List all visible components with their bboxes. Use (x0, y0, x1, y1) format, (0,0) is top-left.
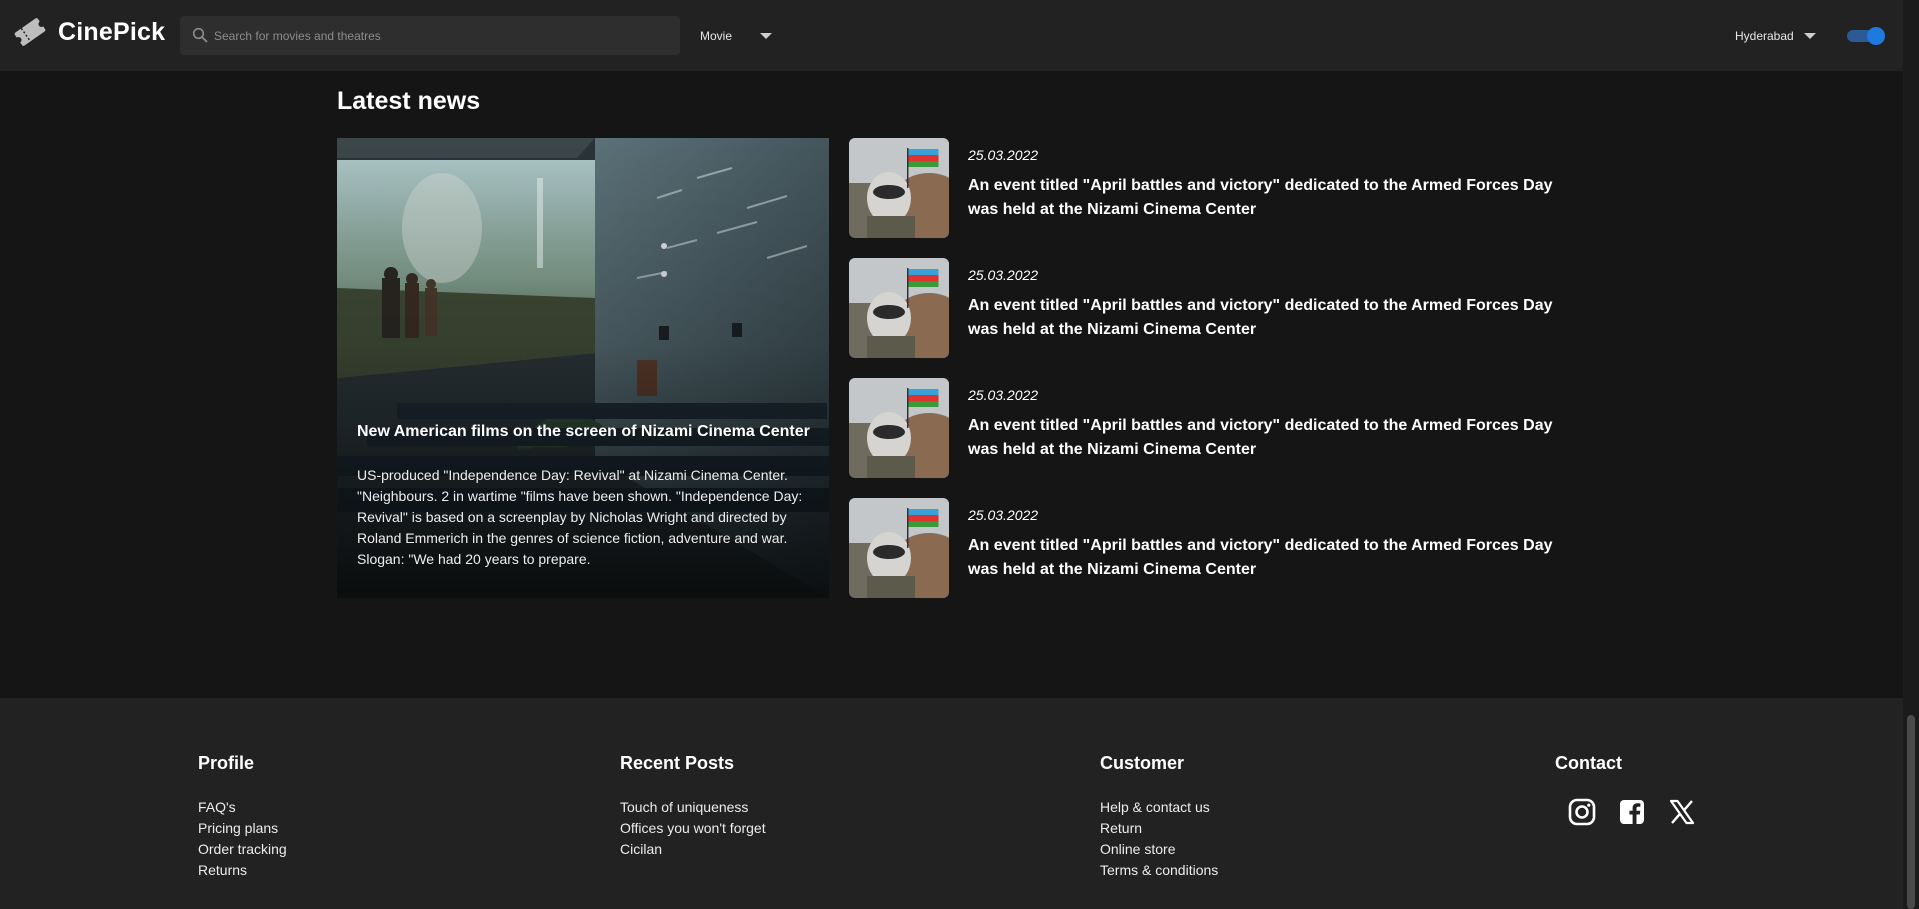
logo[interactable]: CinePick (10, 12, 165, 52)
search-bar[interactable] (180, 16, 680, 55)
footer-column-recent-posts: Recent Posts Touch of uniqueness Offices… (620, 753, 766, 860)
footer-heading: Contact (1555, 753, 1622, 773)
footer-heading: Profile (198, 753, 255, 773)
soldier-with-flag-image (849, 498, 949, 598)
toggle-knob (1867, 27, 1885, 45)
footer-link-return[interactable]: Return (1100, 818, 1218, 839)
page-scrollbar[interactable] (1903, 0, 1919, 909)
news-item[interactable]: 25.03.2022 An event titled "April battle… (849, 498, 1569, 598)
city-dropdown[interactable]: Hyderabad (1735, 24, 1816, 48)
footer-link-cicilan[interactable]: Cicilan (620, 839, 766, 860)
search-input[interactable] (214, 16, 664, 55)
footer-column-profile: Profile FAQ's Pricing plans Order tracki… (198, 753, 287, 881)
category-dropdown[interactable]: Movie (700, 24, 773, 48)
top-navbar: CinePick Movie Hyderabad (0, 0, 1903, 71)
featured-news-card[interactable]: New American films on the screen of Niza… (337, 138, 829, 598)
news-date: 25.03.2022 (968, 147, 1039, 163)
news-thumbnail (849, 138, 949, 238)
ticket-logo-icon (14, 18, 46, 46)
soldier-with-flag-image (849, 138, 949, 238)
news-title: An event titled "April battles and victo… (968, 417, 1553, 458)
soldier-with-flag-image (849, 258, 949, 358)
news-title: An event titled "April battles and victo… (968, 537, 1553, 578)
news-thumbnail (849, 498, 949, 598)
footer-link-faqs[interactable]: FAQ's (198, 797, 287, 818)
category-dropdown-label: Movie (700, 29, 733, 43)
news-date: 25.03.2022 (968, 267, 1039, 283)
chevron-down-icon (760, 33, 773, 39)
featured-news-body: US-produced "Independence Day: Revival" … (357, 467, 803, 567)
theme-toggle[interactable] (1847, 27, 1885, 45)
main-content: Latest news New American films on the sc… (0, 71, 1903, 698)
facebook-icon[interactable] (1617, 797, 1647, 827)
footer-link-help-contact[interactable]: Help & contact us (1100, 797, 1218, 818)
scrollbar-thumb[interactable] (1907, 715, 1915, 909)
footer-link-offices[interactable]: Offices you won't forget (620, 818, 766, 839)
footer-link-touch-of-uniqueness[interactable]: Touch of uniqueness (620, 797, 766, 818)
footer-link-online-store[interactable]: Online store (1100, 839, 1218, 860)
news-thumbnail (849, 378, 949, 478)
page: CinePick Movie Hyderabad Latest news (0, 0, 1919, 909)
city-dropdown-label: Hyderabad (1735, 29, 1794, 43)
footer-heading: Recent Posts (620, 753, 735, 773)
social-links (1567, 797, 1697, 827)
footer-column-contact: Contact (1555, 753, 1697, 827)
instagram-icon[interactable] (1567, 797, 1597, 827)
featured-news-title: New American films on the screen of Niza… (357, 423, 810, 440)
news-thumbnail (849, 258, 949, 358)
footer-link-order-tracking[interactable]: Order tracking (198, 839, 287, 860)
news-item[interactable]: 25.03.2022 An event titled "April battle… (849, 378, 1569, 478)
footer-link-terms[interactable]: Terms & conditions (1100, 860, 1218, 881)
news-title: An event titled "April battles and victo… (968, 297, 1553, 338)
news-item[interactable]: 25.03.2022 An event titled "April battle… (849, 258, 1569, 358)
x-icon[interactable] (1667, 797, 1697, 827)
footer: Profile FAQ's Pricing plans Order tracki… (0, 698, 1903, 909)
news-title: An event titled "April battles and victo… (968, 177, 1553, 218)
soldier-with-flag-image (849, 378, 949, 478)
news-date: 25.03.2022 (968, 507, 1039, 523)
footer-heading: Customer (1100, 753, 1185, 773)
section-title: Latest news (337, 87, 481, 115)
chevron-down-icon (1803, 33, 1816, 39)
logo-text: CinePick (58, 17, 166, 46)
search-icon (192, 27, 208, 43)
news-date: 25.03.2022 (968, 387, 1039, 403)
footer-link-pricing-plans[interactable]: Pricing plans (198, 818, 287, 839)
footer-column-customer: Customer Help & contact us Return Online… (1100, 753, 1218, 881)
news-item[interactable]: 25.03.2022 An event titled "April battle… (849, 138, 1569, 238)
footer-link-returns[interactable]: Returns (198, 860, 287, 881)
